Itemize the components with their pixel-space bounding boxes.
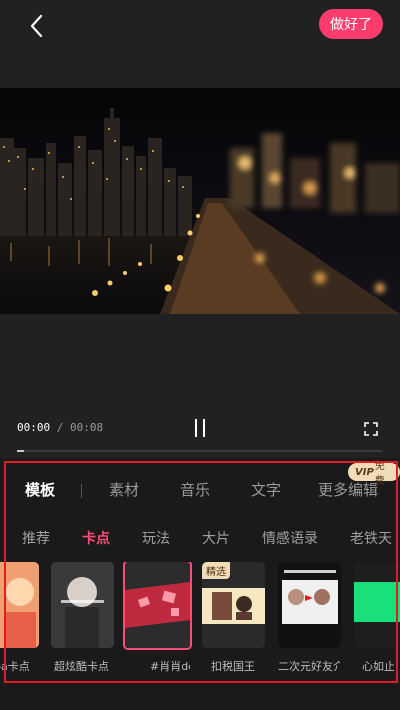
- featured-badge: 精选: [202, 562, 230, 579]
- time-separator: /: [50, 421, 70, 434]
- template-card-selected[interactable]: [123, 562, 192, 650]
- template-label: 扣税国王: [211, 660, 255, 673]
- total-time: 00:08: [70, 421, 104, 434]
- tab-templates[interactable]: 模板: [25, 479, 55, 500]
- category-laotie[interactable]: 老铁天: [350, 528, 392, 548]
- tab-materials[interactable]: 素材: [109, 479, 139, 500]
- vip-free-label: 免费: [374, 461, 385, 487]
- template-categories: 推荐 卡点 玩法 大片 情感语录 老铁天: [0, 524, 400, 550]
- tab-music[interactable]: 音乐: [180, 479, 210, 500]
- template-card[interactable]: [354, 562, 400, 648]
- done-button[interactable]: 做好了: [319, 9, 383, 39]
- template-card[interactable]: [51, 562, 114, 648]
- template-card[interactable]: 精选: [202, 562, 265, 648]
- category-emotional-quotes[interactable]: 情感语录: [262, 528, 318, 548]
- category-blockbuster[interactable]: 大片: [202, 528, 230, 548]
- panel-tabs: 模板 素材 音乐 文字 更多编辑: [0, 470, 400, 504]
- fullscreen-icon[interactable]: [364, 421, 378, 436]
- vip-free-badge: VIP 免费: [348, 461, 400, 487]
- current-time: 00:00: [17, 421, 51, 434]
- category-gameplay[interactable]: 玩法: [142, 528, 170, 548]
- template-label: 超炫酷卡点: [54, 660, 109, 673]
- time-display: 00:00 / 00:08: [17, 421, 103, 434]
- pause-icon[interactable]: [192, 419, 208, 437]
- tab-more-edit[interactable]: 更多编辑: [318, 479, 378, 500]
- player-controls: 00:00 / 00:08: [0, 314, 400, 458]
- vip-label: VIP: [355, 466, 374, 478]
- category-recommend[interactable]: 推荐: [22, 528, 50, 548]
- template-list: pa卡点 超炫酷卡点 #肖肖de 精选 扣税国王 二次元好友介 心如止: [0, 562, 400, 680]
- template-label: 二次元好友介: [278, 660, 340, 673]
- template-label: 心如止: [362, 660, 395, 673]
- tab-text[interactable]: 文字: [251, 479, 281, 500]
- template-label: #肖肖de: [150, 660, 190, 673]
- template-card[interactable]: [0, 562, 39, 648]
- template-card[interactable]: [278, 562, 341, 648]
- tab-divider: [81, 484, 82, 498]
- top-bar: 做好了: [0, 0, 400, 88]
- progress-fill: [17, 450, 25, 452]
- category-beat[interactable]: 卡点: [82, 528, 110, 548]
- back-icon[interactable]: [26, 12, 50, 40]
- template-label: pa卡点: [0, 660, 30, 673]
- progress-bar[interactable]: [17, 450, 382, 452]
- video-preview[interactable]: [0, 88, 400, 314]
